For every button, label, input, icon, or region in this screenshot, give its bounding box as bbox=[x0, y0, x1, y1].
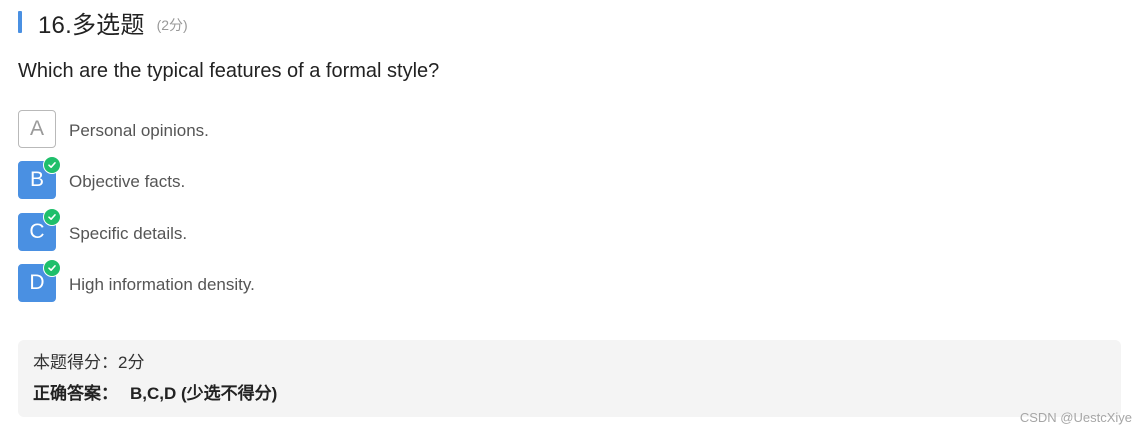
correct-answer-label: 正确答案： bbox=[33, 384, 118, 403]
option-b-box[interactable]: B bbox=[18, 156, 61, 200]
option-b[interactable]: B Objective facts. bbox=[18, 156, 255, 200]
question-score: (2分) bbox=[156, 17, 188, 33]
option-d[interactable]: D High information density. bbox=[18, 258, 255, 302]
option-a[interactable]: A Personal opinions. bbox=[18, 110, 255, 148]
check-circle-icon bbox=[43, 258, 61, 277]
option-text: High information density. bbox=[69, 274, 255, 294]
option-text: Specific details. bbox=[69, 223, 188, 243]
option-letter: D bbox=[29, 270, 45, 294]
correct-answer-value: B,C,D (少选不得分) bbox=[130, 384, 278, 403]
obtained-score: 本题得分：2分 bbox=[33, 353, 145, 372]
option-c[interactable]: C Specific details. bbox=[18, 207, 255, 251]
option-letter: A bbox=[29, 117, 44, 140]
check-circle-icon bbox=[43, 207, 61, 226]
options-list: A Personal opinions. B Objective facts. … bbox=[18, 110, 255, 315]
option-text: Objective facts. bbox=[69, 172, 186, 192]
question-title: 16.多选题 bbox=[38, 11, 145, 39]
watermark: CSDN @UestcXiye bbox=[1019, 410, 1132, 425]
option-c-box[interactable]: C bbox=[18, 207, 61, 251]
question-stem: Which are the typical features of a form… bbox=[18, 60, 440, 82]
correct-answer: 正确答案： B,C,D (少选不得分) bbox=[33, 383, 1106, 405]
option-text: Personal opinions. bbox=[69, 121, 209, 140]
title-accent-bar bbox=[18, 11, 22, 33]
option-letter: B bbox=[29, 168, 44, 192]
option-letter: C bbox=[29, 219, 45, 243]
question-header: 16.多选题 (2分) bbox=[18, 6, 188, 39]
option-d-box[interactable]: D bbox=[18, 258, 61, 302]
option-a-box[interactable]: A bbox=[18, 110, 56, 148]
result-panel: 本题得分：2分 正确答案： B,C,D (少选不得分) bbox=[18, 340, 1121, 417]
check-circle-icon bbox=[43, 156, 61, 175]
